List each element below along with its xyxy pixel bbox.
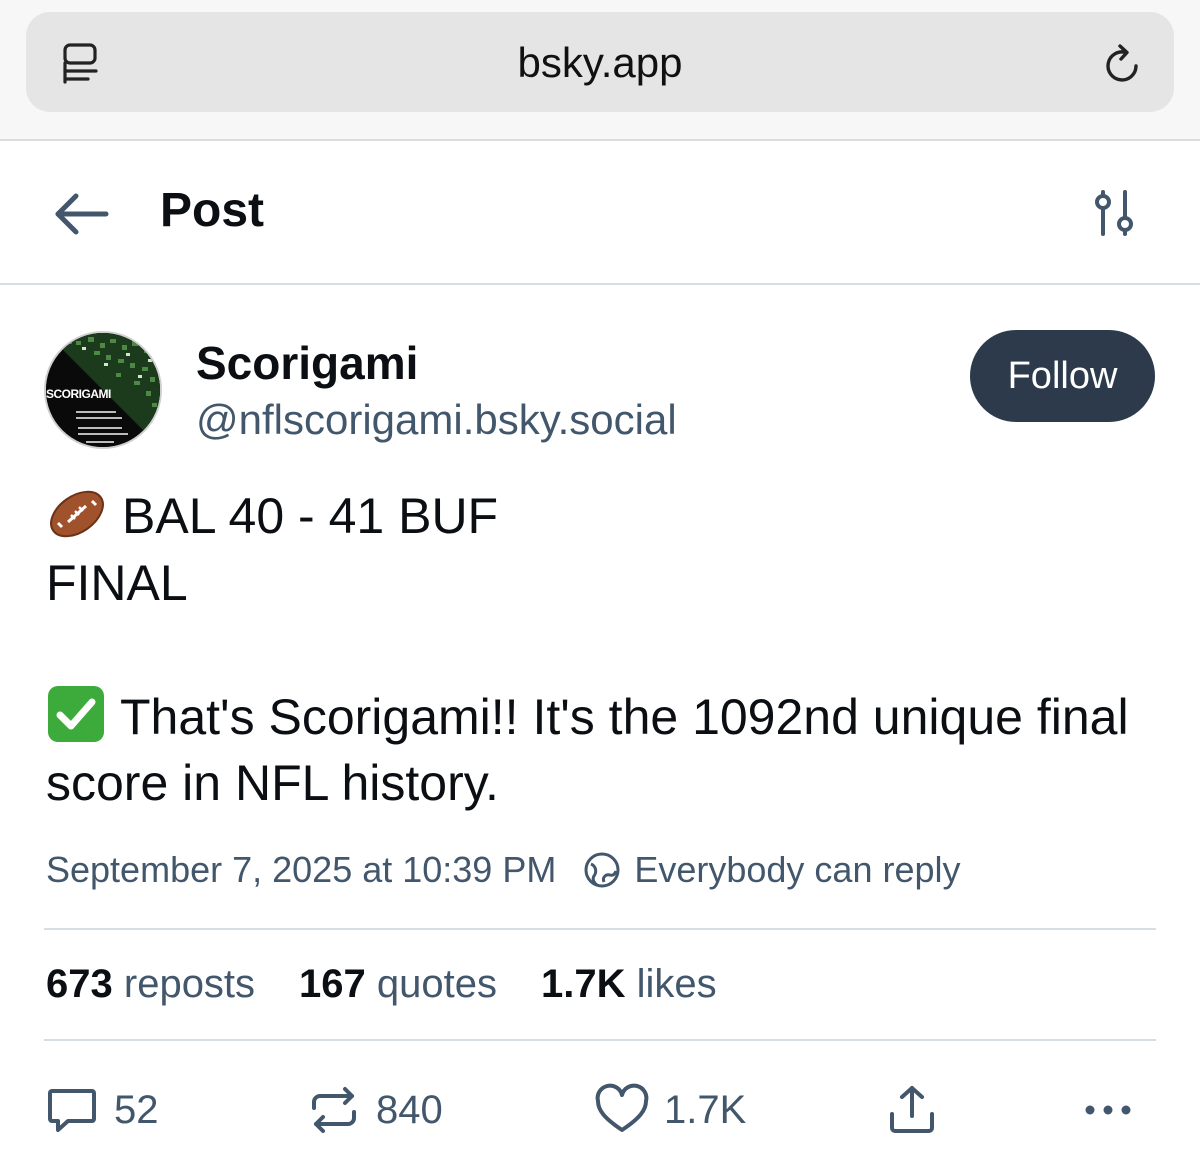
likes-stat[interactable]: 1.7K likes <box>541 962 717 1007</box>
american-football-emoji <box>50 490 104 538</box>
score-line: BAL 40 - 41 BUF <box>122 488 499 544</box>
comment-icon <box>48 1089 96 1132</box>
address-bar[interactable]: bsky.app <box>26 12 1174 112</box>
author-handle[interactable]: @nflscorigami.bsky.social <box>196 396 677 444</box>
share-icon <box>890 1086 934 1133</box>
like-count: 1.7K <box>664 1087 747 1132</box>
divider <box>44 928 1156 930</box>
reposts-label: reposts <box>123 962 256 1006</box>
share-button[interactable] <box>884 1082 954 1138</box>
reposts-count: 673 <box>46 962 113 1006</box>
post-timestamp[interactable]: September 7, 2025 at 10:39 PM <box>46 849 556 891</box>
author-display-name[interactable]: Scorigami <box>196 336 418 390</box>
like-button[interactable]: 1.7K <box>594 1082 746 1138</box>
repost-count: 840 <box>376 1087 443 1132</box>
post-header: Post <box>0 143 1200 285</box>
browser-chrome: bsky.app <box>0 0 1200 141</box>
divider <box>44 1039 1156 1041</box>
arrow-left-icon[interactable] <box>52 185 112 243</box>
avatar[interactable]: SCORIGAMI <box>44 331 162 449</box>
quotes-label: quotes <box>376 962 498 1006</box>
repost-button[interactable]: 840 <box>306 1082 443 1138</box>
url-text[interactable]: bsky.app <box>26 39 1174 87</box>
avatar-text: SCORIGAMI <box>46 387 111 401</box>
post-text-line-1: BAL 40 - 41 BUF <box>46 483 1156 549</box>
sliders-icon[interactable] <box>1090 188 1138 238</box>
post-text-line-2: FINAL <box>46 555 188 611</box>
repost-icon <box>312 1087 356 1133</box>
globe-icon <box>584 852 620 888</box>
scorigami-message: That's Scorigami!! It's the 1092nd uniqu… <box>46 689 1129 811</box>
reply-count: 52 <box>114 1087 159 1132</box>
quotes-count: 167 <box>299 962 366 1006</box>
heart-icon <box>595 1083 649 1132</box>
reload-icon[interactable] <box>1100 42 1146 88</box>
quotes-stat[interactable]: 167 quotes <box>299 962 497 1007</box>
reply-setting[interactable]: Everybody can reply <box>634 849 960 891</box>
post-stats: 673 reposts 167 quotes 1.7K likes <box>46 962 761 1007</box>
post-meta: September 7, 2025 at 10:39 PM Everybody … <box>46 849 961 891</box>
likes-count: 1.7K <box>541 962 626 1006</box>
likes-label: likes <box>636 962 717 1006</box>
post-text-line-3: That's Scorigami!! It's the 1092nd uniqu… <box>46 684 1156 816</box>
more-dots-icon <box>1085 1105 1131 1115</box>
reposts-stat[interactable]: 673 reposts <box>46 962 255 1007</box>
page-title: Post <box>160 184 265 237</box>
follow-button[interactable]: Follow <box>970 330 1155 422</box>
check-mark-emoji <box>48 686 104 742</box>
more-options-button[interactable] <box>1080 1082 1150 1138</box>
reply-button[interactable]: 52 <box>44 1082 159 1138</box>
